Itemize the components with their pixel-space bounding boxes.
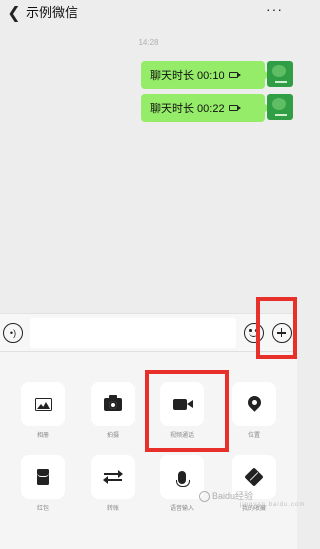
message-bubble[interactable]: 聊天时长 00:10 (141, 61, 270, 89)
video-call-icon (228, 72, 241, 78)
album-tile (21, 382, 65, 426)
message-text: 聊天时长 00:10 (150, 70, 225, 82)
panel-item-label: 转账 (106, 506, 119, 512)
transfer-tile (91, 455, 135, 499)
transfer-icon (103, 470, 123, 484)
avatar[interactable] (267, 94, 293, 120)
location-pin-icon (244, 393, 264, 412)
panel-item-location[interactable]: 位置 (224, 382, 284, 439)
chat-header: ❮ 示例微信 ··· (0, 0, 297, 26)
message-timestamp: 14:28 (138, 38, 159, 47)
message-row: 聊天时长 00:22 (0, 94, 297, 122)
panel-item-voice-input[interactable]: 语音输入 (152, 455, 212, 512)
watermark-sub: jingyan.baidu.com (240, 502, 306, 508)
red-packet-icon (37, 469, 49, 485)
voice-button[interactable]: •) (3, 323, 23, 343)
more-options-button[interactable]: ··· (266, 1, 283, 17)
panel-item-label: 相册 (36, 433, 49, 439)
panel-item-label: 位置 (247, 433, 260, 439)
microphone-icon (176, 470, 190, 487)
watermark-logo-icon (199, 491, 210, 503)
back-button[interactable]: ❮ (6, 3, 22, 23)
location-tile (232, 382, 276, 426)
favorites-icon (244, 467, 264, 487)
panel-item-transfer[interactable]: 转账 (83, 455, 143, 512)
voice-input-tile (160, 455, 204, 499)
panel-item-label: 语音输入 (169, 506, 194, 512)
panel-item-label: 红包 (36, 506, 49, 512)
watermark-text: Baidu经验 (212, 491, 254, 501)
message-row: 聊天时长 00:10 (0, 61, 297, 89)
panel-item-red-packet[interactable]: 红包 (13, 455, 73, 512)
camera-icon (104, 394, 122, 411)
panel-item-capture[interactable]: 拍摄 (83, 382, 143, 439)
watermark: Baidu经验 (199, 489, 254, 503)
red-packet-tile (21, 455, 65, 499)
message-text: 聊天时长 00:22 (150, 103, 225, 115)
input-bar: •) (0, 313, 297, 351)
panel-item-label: 拍摄 (106, 433, 119, 439)
video-call-highlight (145, 370, 229, 452)
photo-icon (34, 397, 52, 411)
message-bubble[interactable]: 聊天时长 00:22 (141, 94, 270, 122)
panel-item-album[interactable]: 相册 (13, 382, 73, 439)
video-call-icon (228, 105, 241, 111)
avatar[interactable] (267, 61, 293, 87)
voice-icon: •) (9, 328, 17, 338)
plus-button-highlight (256, 297, 297, 359)
message-input[interactable] (30, 318, 236, 348)
capture-tile (91, 382, 135, 426)
chevron-left-icon: ❮ (7, 5, 21, 22)
chat-title: 示例微信 (26, 5, 79, 20)
